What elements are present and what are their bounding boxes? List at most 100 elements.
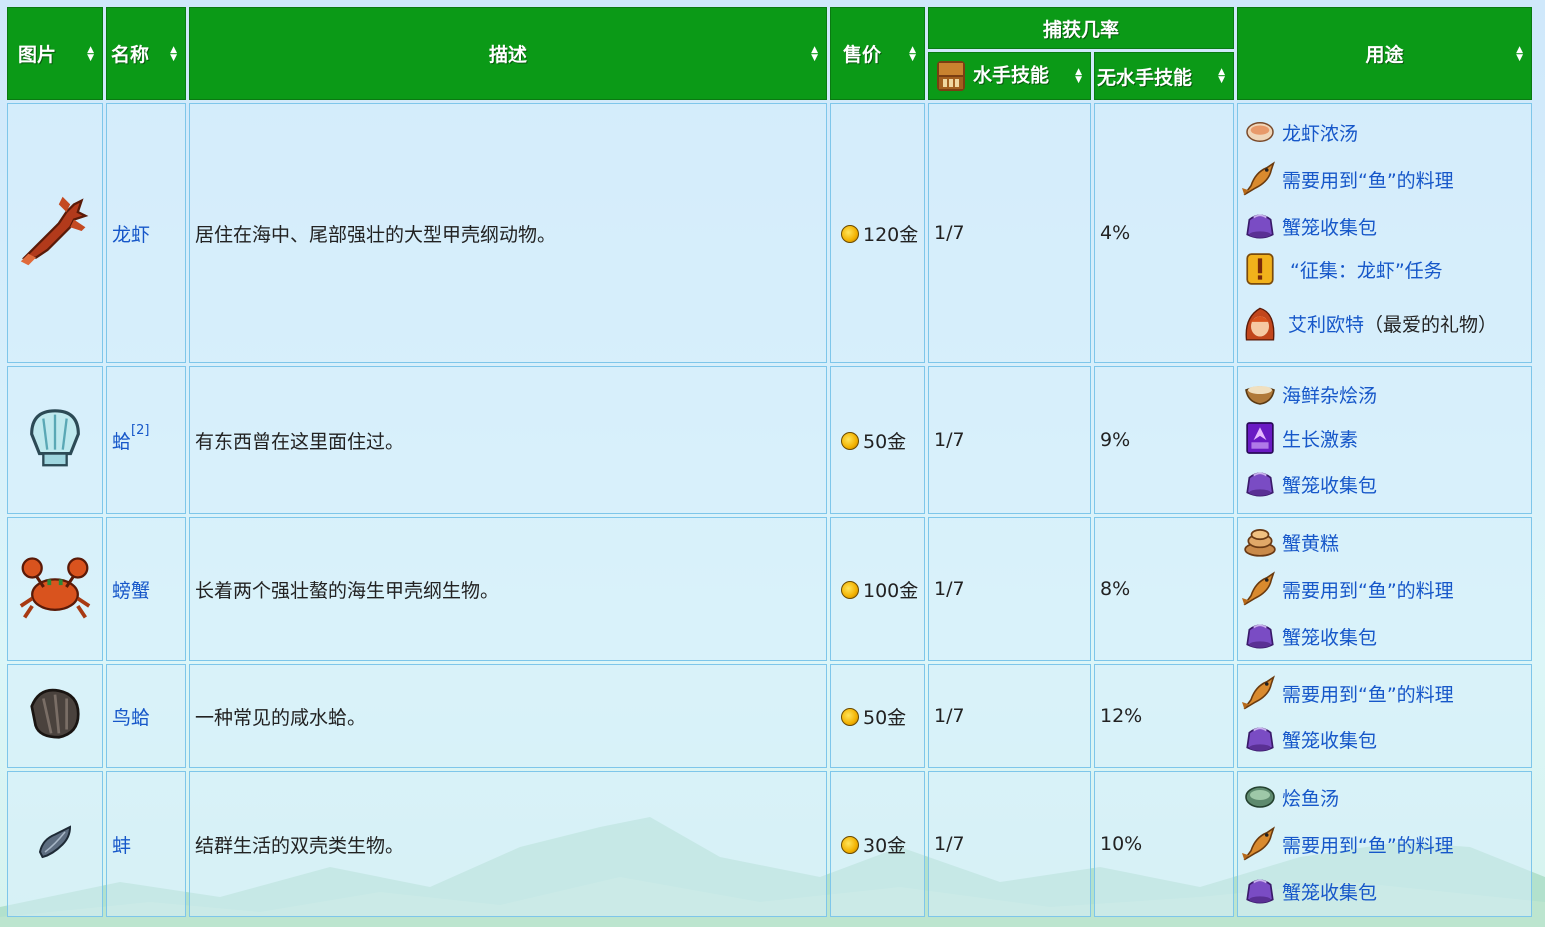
no-mariner-rate: 9% bbox=[1094, 366, 1234, 514]
use-link[interactable]: 蟹笼收集包 bbox=[1282, 726, 1377, 753]
price-value: 50金 bbox=[863, 706, 907, 729]
deluxe-speed-gro-icon bbox=[1246, 422, 1274, 454]
item-price: 50金 bbox=[830, 366, 925, 514]
use-link[interactable]: 蟹黄糕 bbox=[1282, 529, 1339, 556]
use-link[interactable]: 生长激素 bbox=[1282, 425, 1358, 452]
use-link[interactable]: 蟹笼收集包 bbox=[1282, 878, 1377, 905]
item-name-cell: 龙虾 bbox=[106, 103, 186, 363]
cockle-icon bbox=[30, 688, 80, 739]
lobster-bisque-icon bbox=[1246, 121, 1274, 143]
crab-pot-bundle-icon bbox=[1246, 727, 1274, 752]
list-item: 龙虾浓汤 bbox=[1242, 110, 1531, 154]
use-link[interactable]: 海鲜杂烩汤 bbox=[1282, 381, 1377, 408]
header-mariner[interactable]: 水手技能 ▲ ▼ bbox=[928, 52, 1091, 100]
item-name-link[interactable]: 螃蟹 bbox=[112, 580, 150, 602]
gold-coin-icon bbox=[841, 224, 859, 243]
item-description: 长着两个强壮螯的海生甲壳纲生物。 bbox=[189, 517, 827, 661]
sort-icon[interactable]: ▲ ▼ bbox=[1075, 68, 1082, 85]
sort-icon[interactable]: ▲ ▼ bbox=[87, 45, 94, 62]
list-item: 需要用到“鱼”的料理 bbox=[1242, 565, 1531, 613]
item-image-cell bbox=[7, 103, 103, 363]
sort-icon[interactable]: ▲ ▼ bbox=[170, 45, 177, 62]
mariner-skill-icon bbox=[937, 61, 965, 91]
item-name-link[interactable]: 蚌 bbox=[112, 835, 131, 857]
chowder-icon bbox=[1245, 386, 1275, 405]
sort-icon[interactable]: ▲ ▼ bbox=[1218, 68, 1225, 85]
use-icon-wrap bbox=[1242, 524, 1278, 560]
item-image-cell bbox=[7, 366, 103, 514]
list-item: 艾利欧特（最爱的礼物） bbox=[1242, 290, 1531, 356]
use-link[interactable]: 需要用到“鱼”的料理 bbox=[1282, 166, 1454, 193]
item-description: 结群生活的双壳类生物。 bbox=[189, 771, 827, 917]
item-uses-cell: 烩鱼汤需要用到“鱼”的料理 蟹笼收集包 bbox=[1237, 771, 1532, 917]
uses-list: 龙虾浓汤需要用到“鱼”的料理 蟹笼收集包 “征集：龙虾”任务艾利欧特（最爱的礼物） bbox=[1242, 110, 1531, 356]
no-mariner-rate: 4% bbox=[1094, 103, 1234, 363]
item-price: 50金 bbox=[830, 664, 925, 768]
elliott-portrait-icon bbox=[1245, 307, 1275, 341]
use-link[interactable]: 蟹笼收集包 bbox=[1282, 471, 1377, 498]
table-row: 蛤[2] 有东西曾在这里面住过。 50金 1/7 9% 海鲜杂烩汤 生长激素 蟹笼收集包 bbox=[7, 366, 1532, 514]
use-link[interactable]: 艾利欧特（最爱的礼物） bbox=[1288, 310, 1497, 337]
uses-list: 海鲜杂烩汤生长激素蟹笼收集包 bbox=[1242, 372, 1531, 508]
sort-icon[interactable]: ▲ ▼ bbox=[909, 45, 916, 62]
use-icon-wrap bbox=[1242, 305, 1278, 341]
use-link[interactable]: 烩鱼汤 bbox=[1282, 784, 1339, 811]
sort-icon[interactable]: ▲ ▼ bbox=[1516, 45, 1523, 62]
table-row: 螃蟹 长着两个强壮螯的海生甲壳纲生物。 100金 1/7 8% 蟹黄糕 需要用到“鱼”的料理… bbox=[7, 517, 1532, 661]
use-link[interactable]: 需要用到“鱼”的料理 bbox=[1282, 576, 1454, 603]
header-name[interactable]: 名称 ▲ ▼ bbox=[106, 7, 186, 100]
uses-list: 蟹黄糕需要用到“鱼”的料理 蟹笼收集包 bbox=[1242, 519, 1531, 659]
item-price: 120金 bbox=[830, 103, 925, 363]
price-value: 50金 bbox=[863, 430, 907, 453]
fish-icon bbox=[1242, 675, 1275, 710]
list-item: 蟹笼收集包 bbox=[1242, 204, 1531, 248]
sort-icon[interactable]: ▲ ▼ bbox=[811, 45, 818, 62]
use-link[interactable]: 蟹笼收集包 bbox=[1282, 213, 1377, 240]
item-uses-cell: 需要用到“鱼”的料理 蟹笼收集包 bbox=[1237, 664, 1532, 768]
use-link[interactable]: 需要用到“鱼”的料理 bbox=[1282, 680, 1454, 707]
mussel-icon bbox=[38, 824, 72, 858]
use-icon-wrap bbox=[1242, 161, 1278, 197]
item-price: 100金 bbox=[830, 517, 925, 661]
item-description: 有东西曾在这里面住过。 bbox=[189, 366, 827, 514]
crab-pot-bundle-icon bbox=[1246, 879, 1274, 904]
item-name-link[interactable]: 龙虾 bbox=[112, 224, 150, 246]
use-icon-wrap bbox=[1242, 114, 1278, 150]
fish-icon bbox=[1242, 161, 1275, 196]
use-note: （最爱的礼物） bbox=[1364, 313, 1498, 336]
table-row: 鸟蛤 一种常见的咸水蛤。 50金 1/7 12% 需要用到“鱼”的料理 蟹笼收集包 bbox=[7, 664, 1532, 768]
use-link[interactable]: 龙虾浓汤 bbox=[1282, 119, 1358, 146]
use-link[interactable]: 蟹笼收集包 bbox=[1282, 623, 1377, 650]
item-name-link[interactable]: 鸟蛤 bbox=[112, 707, 150, 729]
price-value: 30金 bbox=[863, 834, 907, 857]
fish-icon bbox=[1242, 826, 1275, 861]
list-item: 需要用到“鱼”的料理 bbox=[1242, 670, 1531, 716]
header-image[interactable]: 图片 ▲ ▼ bbox=[7, 7, 103, 100]
item-description: 居住在海中、尾部强壮的大型甲壳纲动物。 bbox=[189, 103, 827, 363]
item-name-link[interactable]: 蛤 bbox=[112, 431, 131, 453]
mariner-rate: 1/7 bbox=[928, 664, 1091, 768]
list-item: 需要用到“鱼”的料理 bbox=[1242, 820, 1531, 868]
use-icon-wrap bbox=[1242, 376, 1278, 412]
use-link[interactable]: “征集：龙虾”任务 bbox=[1290, 256, 1443, 283]
header-no-mariner[interactable]: 无水手技能 ▲ ▼ bbox=[1094, 52, 1234, 100]
price-value: 100金 bbox=[863, 579, 919, 602]
use-icon-wrap bbox=[1242, 826, 1278, 862]
footnote-link[interactable]: [2] bbox=[131, 423, 149, 438]
list-item: 蟹笼收集包 bbox=[1242, 716, 1531, 762]
uses-list: 烩鱼汤需要用到“鱼”的料理 蟹笼收集包 bbox=[1242, 774, 1531, 914]
crab-pot-bundle-icon bbox=[1246, 472, 1274, 497]
item-image-cell bbox=[7, 771, 103, 917]
mariner-rate: 1/7 bbox=[928, 103, 1091, 363]
fish-stew-icon bbox=[1245, 786, 1275, 808]
item-name-cell: 螃蟹 bbox=[106, 517, 186, 661]
list-item: 蟹笼收集包 bbox=[1242, 868, 1531, 914]
header-uses[interactable]: 用途 ▲ ▼ bbox=[1237, 7, 1532, 100]
header-price[interactable]: 售价 ▲ ▼ bbox=[830, 7, 925, 100]
header-description[interactable]: 描述 ▲ ▼ bbox=[189, 7, 827, 100]
use-icon-wrap bbox=[1242, 420, 1278, 456]
no-mariner-rate: 10% bbox=[1094, 771, 1234, 917]
use-icon-wrap bbox=[1242, 571, 1278, 607]
item-uses-cell: 蟹黄糕需要用到“鱼”的料理 蟹笼收集包 bbox=[1237, 517, 1532, 661]
use-link[interactable]: 需要用到“鱼”的料理 bbox=[1282, 831, 1454, 858]
